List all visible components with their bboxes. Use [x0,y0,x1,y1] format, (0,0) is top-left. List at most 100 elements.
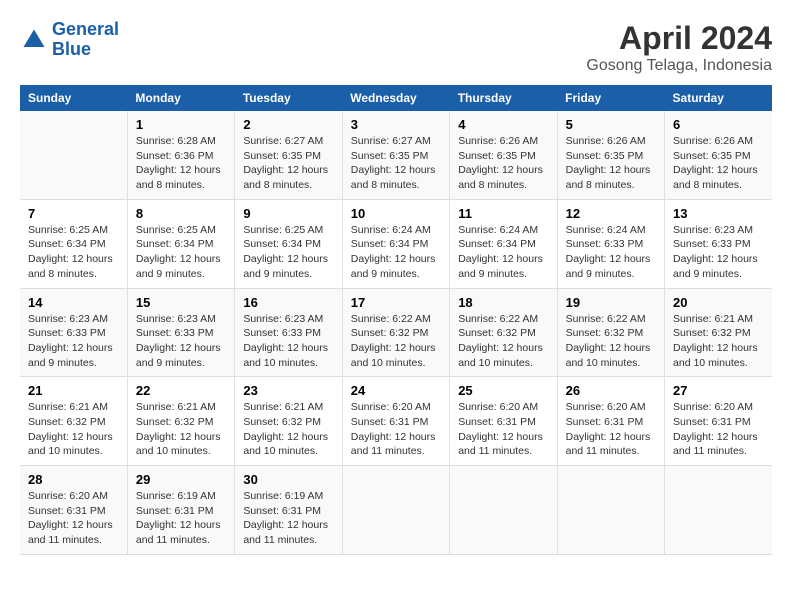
day-number: 28 [28,472,119,487]
calendar-cell [342,466,449,555]
logo-line2: Blue [52,39,91,59]
calendar-cell: 19 Sunrise: 6:22 AM Sunset: 6:32 PM Dayli… [557,288,664,377]
cell-info: Sunrise: 6:25 AM Sunset: 6:34 PM Dayligh… [28,223,119,282]
cell-info: Sunrise: 6:25 AM Sunset: 6:34 PM Dayligh… [136,223,226,282]
calendar-cell: 4 Sunrise: 6:26 AM Sunset: 6:35 PM Daylig… [450,111,557,199]
cell-info: Sunrise: 6:26 AM Sunset: 6:35 PM Dayligh… [566,134,656,193]
cell-info: Sunrise: 6:22 AM Sunset: 6:32 PM Dayligh… [458,312,548,371]
cell-info: Sunrise: 6:20 AM Sunset: 6:31 PM Dayligh… [351,400,441,459]
cell-info: Sunrise: 6:28 AM Sunset: 6:36 PM Dayligh… [136,134,226,193]
day-number: 4 [458,117,548,132]
cell-info: Sunrise: 6:23 AM Sunset: 6:33 PM Dayligh… [243,312,333,371]
calendar-cell: 11 Sunrise: 6:24 AM Sunset: 6:34 PM Dayli… [450,199,557,288]
calendar-cell: 22Sunrise: 6:21 AM Sunset: 6:32 PM Dayli… [127,377,234,466]
day-number: 9 [243,206,333,221]
day-number: 12 [566,206,656,221]
calendar-cell: 24 Sunrise: 6:20 AM Sunset: 6:31 PM Dayli… [342,377,449,466]
calendar-cell: 6 Sunrise: 6:26 AM Sunset: 6:35 PM Daylig… [665,111,772,199]
calendar-cell: 8 Sunrise: 6:25 AM Sunset: 6:34 PM Daylig… [127,199,234,288]
page-header: General Blue April 2024 Gosong Telaga, I… [20,20,772,75]
calendar-cell [20,111,127,199]
calendar-cell: 26Sunrise: 6:20 AM Sunset: 6:31 PM Dayli… [557,377,664,466]
calendar-cell: 27Sunrise: 6:20 AM Sunset: 6:31 PM Dayli… [665,377,772,466]
header-saturday: Saturday [665,85,772,111]
day-number: 22 [136,383,226,398]
cell-info: Sunrise: 6:20 AM Sunset: 6:31 PM Dayligh… [458,400,548,459]
cell-info: Sunrise: 6:19 AM Sunset: 6:31 PM Dayligh… [243,489,333,548]
cell-info: Sunrise: 6:21 AM Sunset: 6:32 PM Dayligh… [28,400,119,459]
cell-info: Sunrise: 6:23 AM Sunset: 6:33 PM Dayligh… [136,312,226,371]
header-friday: Friday [557,85,664,111]
calendar-cell: 15 Sunrise: 6:23 AM Sunset: 6:33 PM Dayli… [127,288,234,377]
calendar-cell: 2 Sunrise: 6:27 AM Sunset: 6:35 PM Daylig… [235,111,342,199]
logo-icon [20,26,48,54]
day-number: 24 [351,383,441,398]
cell-info: Sunrise: 6:19 AM Sunset: 6:31 PM Dayligh… [136,489,226,548]
cell-info: Sunrise: 6:24 AM Sunset: 6:34 PM Dayligh… [351,223,441,282]
day-number: 1 [136,117,226,132]
calendar-cell: 10 Sunrise: 6:24 AM Sunset: 6:34 PM Dayli… [342,199,449,288]
calendar-cell: 1 Sunrise: 6:28 AM Sunset: 6:36 PM Daylig… [127,111,234,199]
cell-info: Sunrise: 6:27 AM Sunset: 6:35 PM Dayligh… [351,134,441,193]
day-number: 15 [136,295,226,310]
day-number: 13 [673,206,764,221]
cell-info: Sunrise: 6:24 AM Sunset: 6:33 PM Dayligh… [566,223,656,282]
cell-info: Sunrise: 6:22 AM Sunset: 6:32 PM Dayligh… [566,312,656,371]
cell-info: Sunrise: 6:23 AM Sunset: 6:33 PM Dayligh… [673,223,764,282]
day-number: 20 [673,295,764,310]
calendar-cell: 16 Sunrise: 6:23 AM Sunset: 6:33 PM Dayli… [235,288,342,377]
calendar-cell: 29 Sunrise: 6:19 AM Sunset: 6:31 PM Dayli… [127,466,234,555]
cell-info: Sunrise: 6:24 AM Sunset: 6:34 PM Dayligh… [458,223,548,282]
page-subtitle: Gosong Telaga, Indonesia [586,57,772,75]
calendar-cell: 23 Sunrise: 6:21 AM Sunset: 6:32 PM Dayli… [235,377,342,466]
calendar-cell: 9 Sunrise: 6:25 AM Sunset: 6:34 PM Daylig… [235,199,342,288]
calendar-cell: 12 Sunrise: 6:24 AM Sunset: 6:33 PM Dayli… [557,199,664,288]
page-title: April 2024 [586,20,772,57]
cell-info: Sunrise: 6:26 AM Sunset: 6:35 PM Dayligh… [458,134,548,193]
day-number: 5 [566,117,656,132]
week-row-1: 1 Sunrise: 6:28 AM Sunset: 6:36 PM Daylig… [20,111,772,199]
day-number: 7 [28,206,119,221]
calendar-header-row: SundayMondayTuesdayWednesdayThursdayFrid… [20,85,772,111]
cell-info: Sunrise: 6:27 AM Sunset: 6:35 PM Dayligh… [243,134,333,193]
calendar-cell: 13 Sunrise: 6:23 AM Sunset: 6:33 PM Dayli… [665,199,772,288]
calendar-cell [557,466,664,555]
week-row-3: 14Sunrise: 6:23 AM Sunset: 6:33 PM Dayli… [20,288,772,377]
day-number: 18 [458,295,548,310]
cell-info: Sunrise: 6:20 AM Sunset: 6:31 PM Dayligh… [566,400,656,459]
header-tuesday: Tuesday [235,85,342,111]
header-thursday: Thursday [450,85,557,111]
day-number: 2 [243,117,333,132]
week-row-5: 28Sunrise: 6:20 AM Sunset: 6:31 PM Dayli… [20,466,772,555]
calendar-cell [450,466,557,555]
week-row-2: 7 Sunrise: 6:25 AM Sunset: 6:34 PM Daylig… [20,199,772,288]
week-row-4: 21 Sunrise: 6:21 AM Sunset: 6:32 PM Dayli… [20,377,772,466]
logo: General Blue [20,20,119,60]
day-number: 11 [458,206,548,221]
cell-info: Sunrise: 6:21 AM Sunset: 6:32 PM Dayligh… [243,400,333,459]
calendar-cell: 5 Sunrise: 6:26 AM Sunset: 6:35 PM Daylig… [557,111,664,199]
calendar-cell: 20 Sunrise: 6:21 AM Sunset: 6:32 PM Dayli… [665,288,772,377]
day-number: 10 [351,206,441,221]
day-number: 29 [136,472,226,487]
day-number: 8 [136,206,226,221]
calendar-cell: 28Sunrise: 6:20 AM Sunset: 6:31 PM Dayli… [20,466,127,555]
day-number: 6 [673,117,764,132]
cell-info: Sunrise: 6:22 AM Sunset: 6:32 PM Dayligh… [351,312,441,371]
day-number: 21 [28,383,119,398]
day-number: 19 [566,295,656,310]
day-number: 16 [243,295,333,310]
cell-info: Sunrise: 6:25 AM Sunset: 6:34 PM Dayligh… [243,223,333,282]
calendar-cell: 17Sunrise: 6:22 AM Sunset: 6:32 PM Dayli… [342,288,449,377]
calendar-cell: 30 Sunrise: 6:19 AM Sunset: 6:31 PM Dayli… [235,466,342,555]
calendar-cell: 14Sunrise: 6:23 AM Sunset: 6:33 PM Dayli… [20,288,127,377]
logo-line1: General [52,19,119,39]
cell-info: Sunrise: 6:21 AM Sunset: 6:32 PM Dayligh… [673,312,764,371]
calendar-cell: 3Sunrise: 6:27 AM Sunset: 6:35 PM Daylig… [342,111,449,199]
day-number: 23 [243,383,333,398]
day-number: 30 [243,472,333,487]
cell-info: Sunrise: 6:20 AM Sunset: 6:31 PM Dayligh… [673,400,764,459]
header-monday: Monday [127,85,234,111]
cell-info: Sunrise: 6:26 AM Sunset: 6:35 PM Dayligh… [673,134,764,193]
calendar-cell: 25Sunrise: 6:20 AM Sunset: 6:31 PM Dayli… [450,377,557,466]
